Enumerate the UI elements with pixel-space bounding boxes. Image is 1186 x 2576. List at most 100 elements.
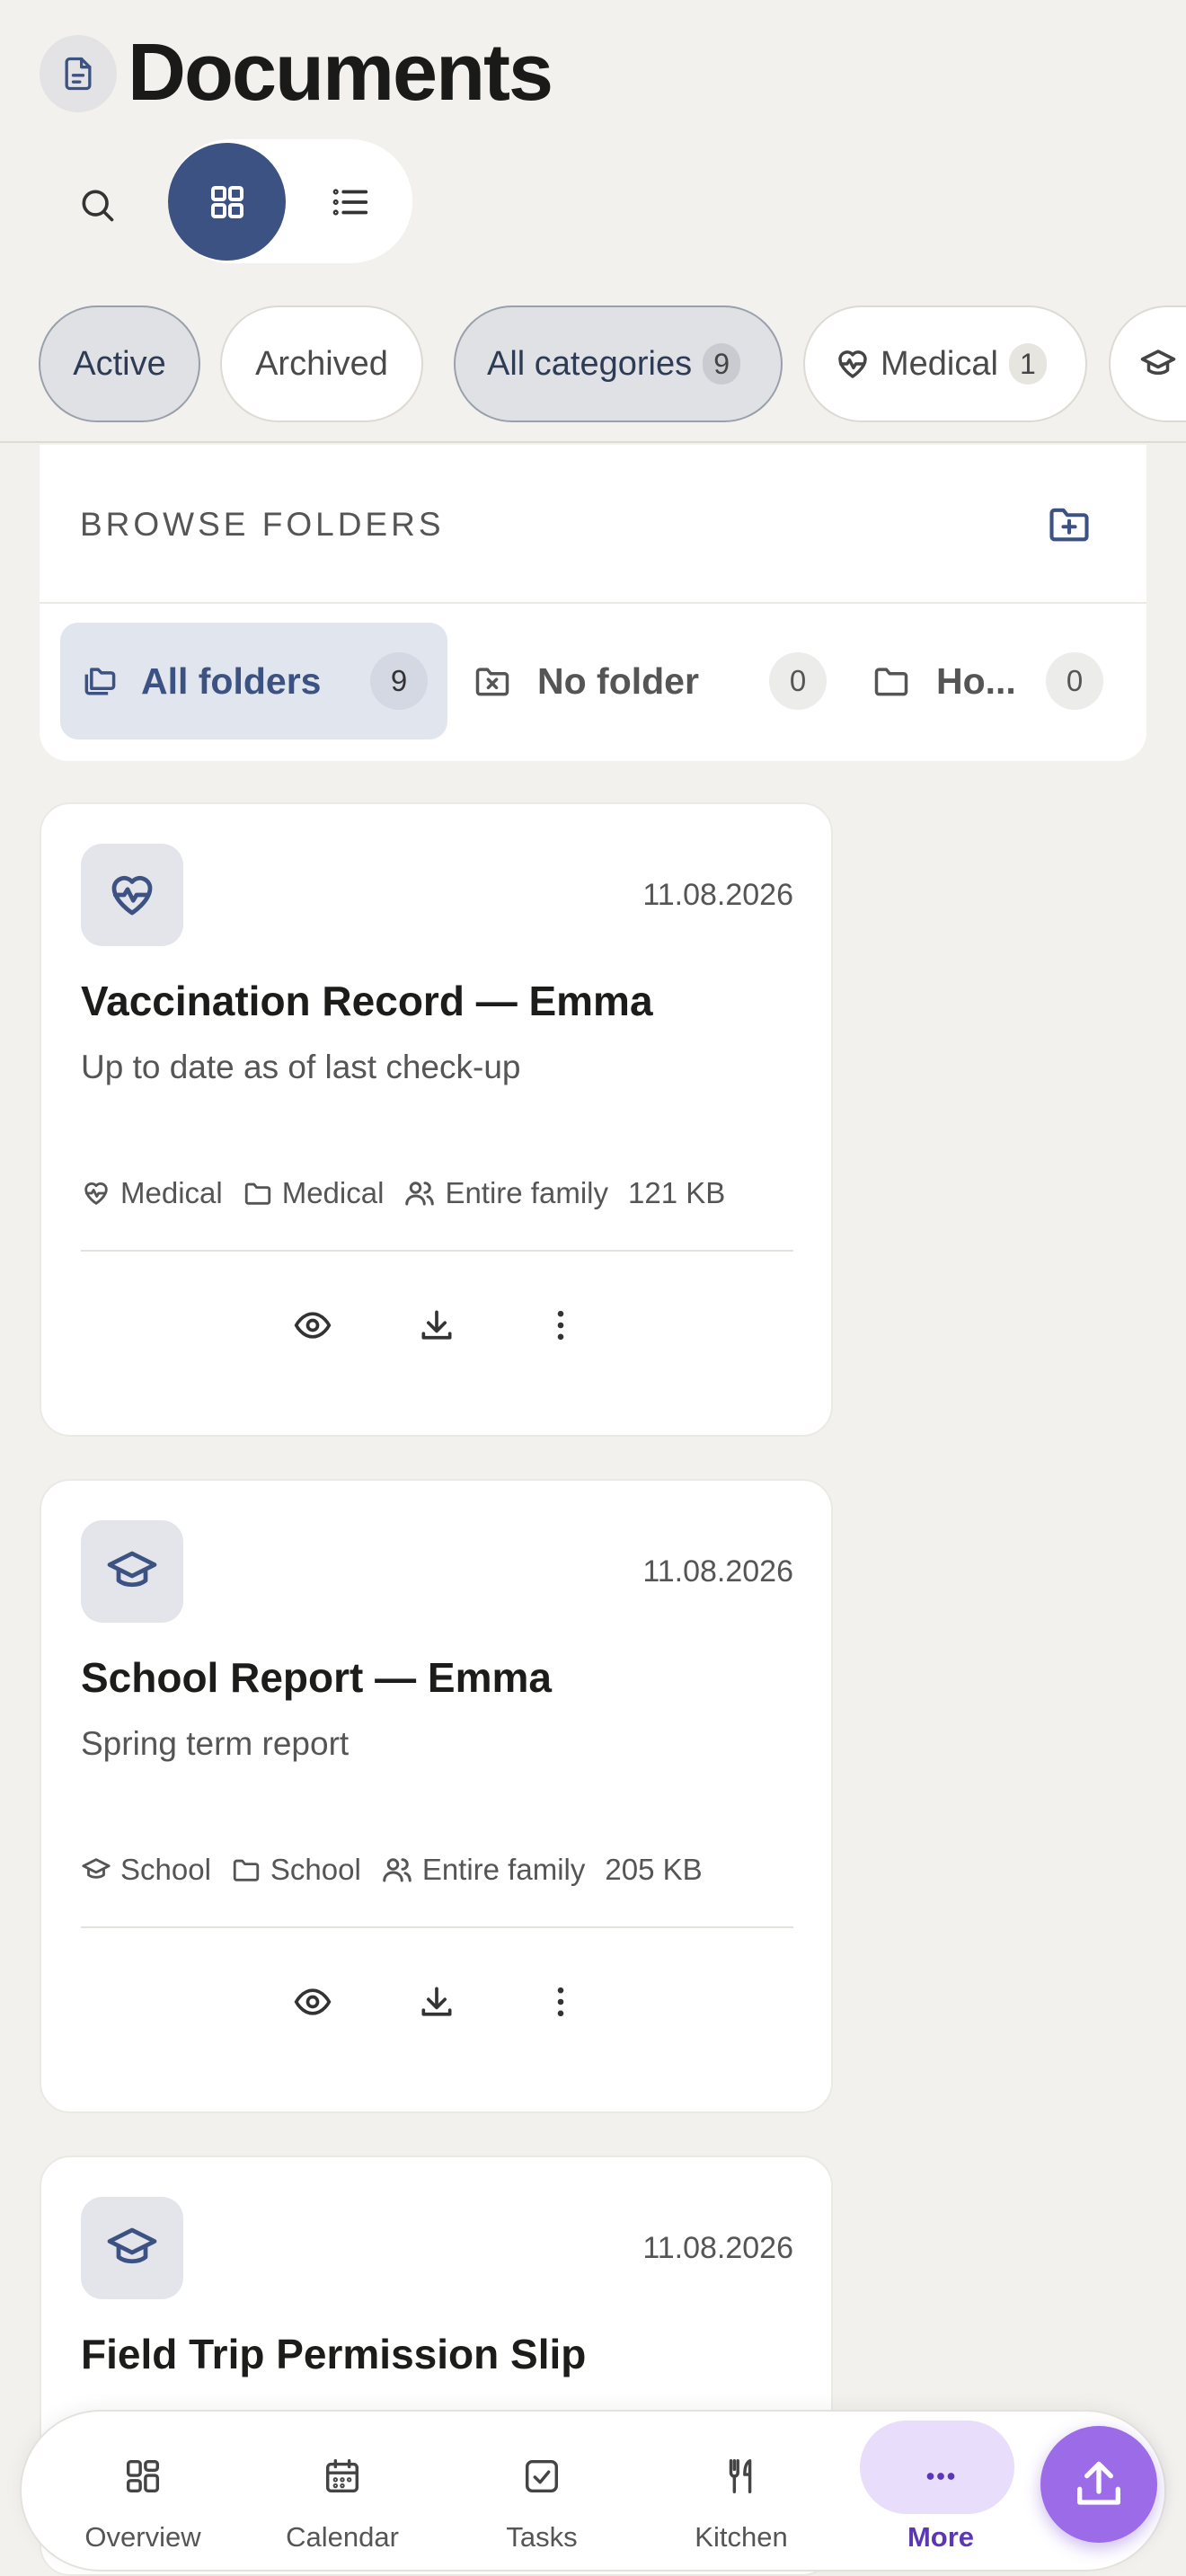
nav-label: More	[907, 2521, 975, 2553]
view-button[interactable]	[286, 1298, 340, 1352]
grid-icon	[210, 185, 243, 218]
upload-icon	[1077, 2461, 1120, 2505]
add-folder-button[interactable]	[1042, 497, 1096, 551]
grid-view-button[interactable]	[168, 143, 286, 261]
chip-medical[interactable]: Medical 1	[803, 305, 1087, 422]
document-date: 11.08.2026	[642, 2231, 793, 2265]
users-icon	[383, 1858, 412, 1882]
meta-folder: School	[231, 1853, 361, 1887]
divider	[0, 441, 1186, 443]
chip-school[interactable]	[1109, 305, 1186, 422]
graduation-cap-icon	[81, 1520, 183, 1623]
nav-overview[interactable]: Overview	[62, 2412, 224, 2573]
folder-tab-no-folder[interactable]: No folder 0	[458, 623, 872, 739]
eye-icon	[294, 1988, 331, 2015]
chip-archived[interactable]: Archived	[220, 305, 423, 422]
upload-button[interactable]	[1040, 2426, 1157, 2543]
more-options-button[interactable]	[534, 1975, 588, 2029]
chip-label: All categories	[487, 344, 693, 383]
bottom-nav: Overview Calendar Tasks Kitchen More	[20, 2410, 1166, 2572]
download-button[interactable]	[410, 1298, 464, 1352]
nav-kitchen[interactable]: Kitchen	[660, 2412, 822, 2573]
graduation-cap-icon	[1140, 350, 1176, 376]
folder-tab-home[interactable]: Ho... 0	[872, 623, 1141, 739]
folder-tab-count: 0	[769, 652, 827, 710]
tasks-icon	[521, 2451, 562, 2501]
heart-pulse-icon	[84, 1182, 108, 1205]
folder-plus-icon	[1049, 508, 1089, 542]
graduation-cap-icon	[82, 1858, 111, 1879]
download-icon	[421, 1987, 451, 2016]
list-view-button[interactable]	[301, 143, 400, 261]
document-meta: School School Entire family 205 KB	[81, 1853, 722, 1887]
more-options-button[interactable]	[534, 1298, 588, 1352]
document-title: Field Trip Permission Slip	[81, 2331, 587, 2377]
search-button[interactable]	[58, 165, 137, 244]
meta-category: School	[81, 1853, 211, 1887]
download-button[interactable]	[410, 1975, 464, 2029]
heart-pulse-icon	[838, 350, 867, 378]
folder-tab-all[interactable]: All folders 9	[60, 623, 447, 739]
document-description: Spring term report	[81, 1725, 350, 1762]
meta-shared-label: Entire family	[421, 1853, 586, 1886]
document-meta: Medical Medical Entire family 121 KB	[81, 1176, 745, 1210]
folder-icon	[874, 668, 908, 696]
folder-tab-count: 0	[1046, 652, 1103, 710]
document-card[interactable]: 11.08.2026 Vaccination Record — Emma Up …	[40, 802, 833, 1437]
nav-label: Tasks	[506, 2521, 578, 2553]
meta-size-label: 121 KB	[628, 1176, 726, 1209]
document-date: 11.08.2026	[642, 1554, 793, 1589]
document-card[interactable]: 11.08.2026 School Report — Emma Spring t…	[40, 1479, 833, 2113]
more-icon	[920, 2451, 961, 2501]
filter-chips: Active Archived All categories 9 Medical…	[39, 305, 1186, 422]
chip-label: Medical	[881, 344, 998, 383]
meta-shared-label: Entire family	[445, 1176, 608, 1209]
more-vertical-icon	[557, 1987, 563, 2017]
calendar-icon	[322, 2451, 363, 2501]
nav-calendar[interactable]: Calendar	[261, 2412, 423, 2573]
folder-icon	[244, 1182, 270, 1205]
document-actions	[41, 1298, 831, 1352]
meta-folder-label: School	[270, 1853, 361, 1886]
meta-shared: Entire family	[403, 1176, 608, 1210]
list-icon	[332, 188, 368, 216]
chip-label: Active	[73, 344, 166, 383]
nav-label: Kitchen	[695, 2521, 788, 2553]
view-button[interactable]	[286, 1975, 340, 2029]
folder-tab-count: 9	[370, 652, 428, 710]
chip-active[interactable]: Active	[39, 305, 200, 422]
meta-category-label: Medical	[120, 1176, 223, 1209]
chip-label: Archived	[255, 344, 388, 383]
folder-tab-label: No folder	[537, 659, 699, 702]
folders-panel: BROWSE FOLDERS All folders 9 No folder 0…	[40, 445, 1146, 761]
eye-icon	[294, 1312, 331, 1339]
meta-folder-label: Medical	[281, 1176, 385, 1209]
meta-size-label: 205 KB	[605, 1853, 703, 1886]
meta-size: 121 KB	[628, 1176, 725, 1210]
nav-more[interactable]: More	[860, 2412, 1022, 2573]
more-vertical-icon	[557, 1310, 563, 1341]
meta-folder: Medical	[243, 1176, 385, 1210]
folder-x-icon	[475, 668, 509, 696]
heart-pulse-icon	[81, 844, 183, 946]
overview-icon	[122, 2451, 164, 2501]
chip-count: 1	[1008, 343, 1047, 385]
nav-label: Calendar	[286, 2521, 399, 2553]
document-title: School Report — Emma	[81, 1654, 552, 1701]
divider	[81, 1926, 793, 1928]
document-date: 11.08.2026	[642, 878, 793, 912]
page-title: Documents	[128, 28, 553, 118]
divider	[40, 602, 1146, 604]
folder-tab-label: Ho...	[936, 659, 1016, 702]
folders-title: BROWSE FOLDERS	[80, 506, 445, 543]
document-title: Vaccination Record — Emma	[81, 978, 653, 1024]
view-toggle	[168, 139, 412, 263]
folder-tab-label: All folders	[141, 659, 322, 702]
page-header: Documents	[40, 27, 553, 120]
document-actions	[41, 1975, 831, 2029]
nav-tasks[interactable]: Tasks	[461, 2412, 623, 2573]
chip-all-categories[interactable]: All categories 9	[454, 305, 783, 422]
folders-icon	[84, 668, 116, 695]
document-icon	[40, 34, 117, 112]
kitchen-icon	[721, 2451, 762, 2501]
